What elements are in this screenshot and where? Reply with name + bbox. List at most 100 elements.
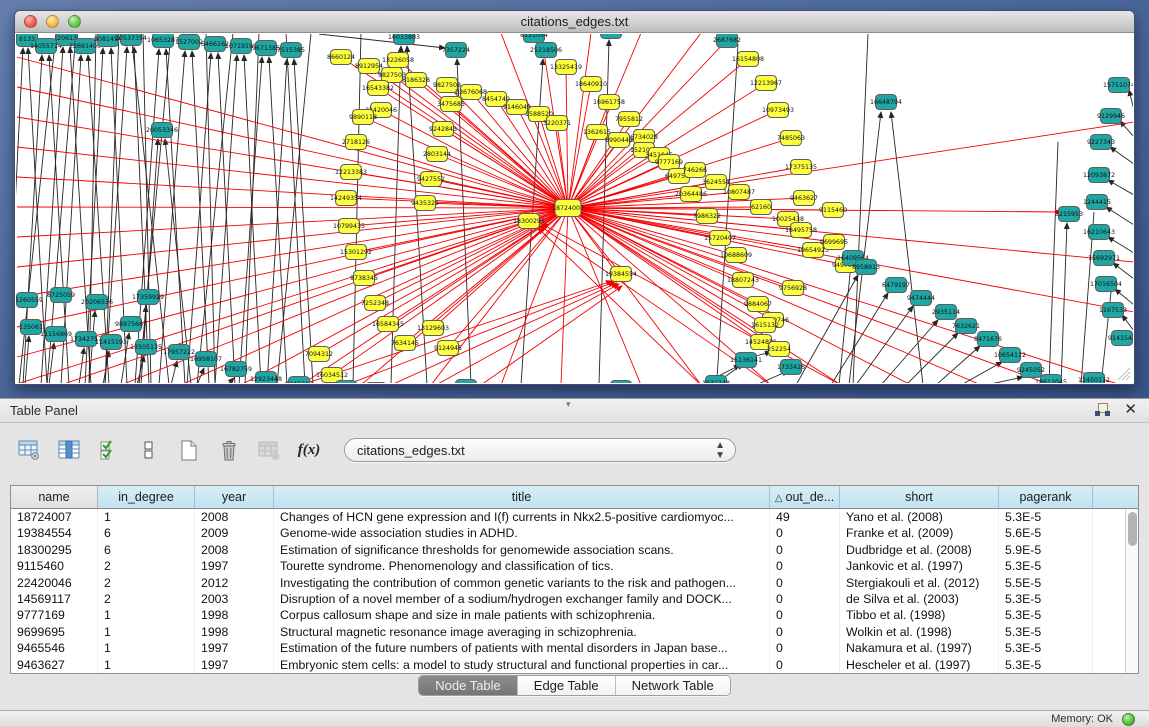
table-cell[interactable]: Changes of HCN gene expression and I(f) …: [274, 509, 770, 525]
table-row[interactable]: 946554611997Estimation of the future num…: [11, 640, 1125, 656]
table-cell[interactable]: Corpus callosum shape and size in male p…: [274, 607, 770, 623]
table-cell[interactable]: 5.3E-5: [999, 509, 1093, 525]
graph-node[interactable]: 17375135: [785, 160, 817, 175]
table-cell[interactable]: Embryonic stem cells: a model to study s…: [274, 657, 770, 673]
graph-node[interactable]: 12093872: [1083, 168, 1115, 183]
column-header-pagerank[interactable]: pagerank: [999, 486, 1093, 508]
table-source-select[interactable]: citations_edges.txt ▲▼: [344, 438, 736, 462]
delete-table-icon[interactable]: [256, 437, 282, 463]
graph-node[interactable]: 1527002: [175, 35, 203, 50]
table-cell[interactable]: 9699695: [11, 624, 98, 640]
table-row[interactable]: 911546021997Tourette syndrome. Phenomeno…: [11, 558, 1125, 574]
graph-node[interactable]: 15720407: [704, 231, 736, 246]
table-cell[interactable]: Estimation of significance thresholds fo…: [274, 542, 770, 558]
table-cell[interactable]: 1997: [195, 558, 274, 574]
table-cell[interactable]: 2008: [195, 509, 274, 525]
graph-node[interactable]: 3215953: [1055, 207, 1083, 222]
column-header-short[interactable]: short: [840, 486, 999, 508]
graph-node[interactable]: 2935114: [932, 305, 960, 320]
table-cell[interactable]: Stergiakouli et al. (2012): [840, 575, 999, 591]
table-cell[interactable]: 5.9E-5: [999, 542, 1093, 558]
graph-node[interactable]: 3475685: [437, 97, 465, 112]
table-cell[interactable]: 0: [770, 640, 840, 656]
table-cell[interactable]: 5.3E-5: [999, 558, 1093, 574]
graph-node[interactable]: 9115460: [819, 203, 847, 218]
graph-node[interactable]: 3624554: [702, 175, 730, 190]
table-row[interactable]: 1830029562008Estimation of significance …: [11, 542, 1125, 558]
delete-column-icon[interactable]: [216, 437, 242, 463]
table-cell[interactable]: 5.6E-5: [999, 525, 1093, 541]
table-cell[interactable]: 18300295: [11, 542, 98, 558]
graph-node[interactable]: 16945422: [360, 383, 392, 384]
graph-node[interactable]: 465123: [454, 380, 478, 384]
graph-node[interactable]: 7485063: [777, 131, 805, 146]
table-cell[interactable]: 1998: [195, 607, 274, 623]
resize-grip-icon[interactable]: [1117, 367, 1131, 381]
table-cell[interactable]: 22420046: [11, 575, 98, 591]
table-cell[interactable]: 9777169: [11, 607, 98, 623]
table-cell[interactable]: 1998: [195, 624, 274, 640]
graph-node[interactable]: 9777169: [655, 155, 683, 170]
graph-node[interactable]: 6479197: [882, 278, 910, 293]
graph-node[interactable]: 8186328: [402, 73, 430, 88]
table-cell[interactable]: 5.3E-5: [999, 591, 1093, 607]
graph-node[interactable]: 7634145: [391, 336, 419, 351]
graph-node[interactable]: 9227343: [1087, 135, 1115, 150]
column-header-name[interactable]: name: [11, 486, 98, 508]
table-cell[interactable]: 5.3E-5: [999, 640, 1093, 656]
graph-node[interactable]: 9245012: [285, 377, 313, 384]
table-cell[interactable]: Franke et al. (2009): [840, 525, 999, 541]
tab-network-table[interactable]: Network Table: [616, 676, 730, 695]
table-cell[interactable]: 1: [98, 657, 195, 673]
graph-node[interactable]: 1244415: [1083, 195, 1111, 210]
table-cell[interactable]: 1: [98, 607, 195, 623]
table-row[interactable]: 1938455462009Genome-wide association stu…: [11, 525, 1125, 541]
function-builder-icon[interactable]: f(x): [296, 437, 322, 463]
graph-node[interactable]: 12213967: [750, 76, 782, 91]
graph-node[interactable]: 2687682: [713, 34, 741, 48]
graph-node[interactable]: 9738345: [350, 271, 378, 286]
table-cell[interactable]: Tourette syndrome. Phenomenology and cla…: [274, 558, 770, 574]
graph-node[interactable]: 62160: [751, 200, 772, 215]
table-cell[interactable]: Jankovic et al. (1997): [840, 558, 999, 574]
table-cell[interactable]: 18724007: [11, 509, 98, 525]
memory-ok-indicator-icon[interactable]: [1122, 713, 1135, 726]
table-cell[interactable]: 1: [98, 624, 195, 640]
column-header-in_degree[interactable]: in_degree: [98, 486, 195, 508]
table-cell[interactable]: 2: [98, 591, 195, 607]
table-cell[interactable]: 49: [770, 509, 840, 525]
graph-node[interactable]: 8131054: [520, 34, 548, 43]
table-cell[interactable]: 5.3E-5: [999, 624, 1093, 640]
table-cell[interactable]: 9463627: [11, 657, 98, 673]
table-row[interactable]: 2242004622012Investigating the contribut…: [11, 575, 1125, 591]
graph-node[interactable]: 7357224: [442, 43, 470, 58]
table-cell[interactable]: 2012: [195, 575, 274, 591]
graph-node[interactable]: 11323408: [605, 381, 637, 384]
table-row[interactable]: 1456911722003Disruption of a novel membe…: [11, 591, 1125, 607]
table-cell[interactable]: 6: [98, 542, 195, 558]
graph-node[interactable]: 8958913: [852, 260, 880, 275]
graph-node[interactable]: 18724007: [552, 200, 584, 217]
table-cell[interactable]: 0: [770, 657, 840, 673]
column-header-out_de[interactable]: △out_de...: [770, 486, 840, 508]
table-cell[interactable]: 0: [770, 624, 840, 640]
graph-node[interactable]: 9124945: [434, 341, 462, 356]
table-cell[interactable]: 9465546: [11, 640, 98, 656]
table-cell[interactable]: 9115460: [11, 558, 98, 574]
table-cell[interactable]: 14569117: [11, 591, 98, 607]
graph-node[interactable]: 20053346: [146, 123, 178, 138]
graph-node[interactable]: 8990448: [605, 133, 633, 148]
table-cell[interactable]: 0: [770, 542, 840, 558]
graph-node[interactable]: 13325419: [550, 60, 582, 75]
table-row[interactable]: 977716911998Corpus callosum shape and si…: [11, 607, 1125, 623]
graph-node[interactable]: 15136141: [730, 353, 762, 368]
network-canvas[interactable]: 1830029519384554866012489129541322605898…: [16, 34, 1133, 383]
graph-node[interactable]: 16584345: [372, 317, 404, 332]
graph-node[interactable]: 12450112: [1078, 373, 1110, 384]
graph-node[interactable]: 7955812: [615, 112, 643, 127]
graph-node[interactable]: 2803144: [423, 147, 451, 162]
vertical-scrollbar[interactable]: [1125, 509, 1138, 673]
row-select-icon[interactable]: [96, 437, 122, 463]
graph-node[interactable]: 15301292: [340, 245, 372, 260]
table-cell[interactable]: 1: [98, 509, 195, 525]
